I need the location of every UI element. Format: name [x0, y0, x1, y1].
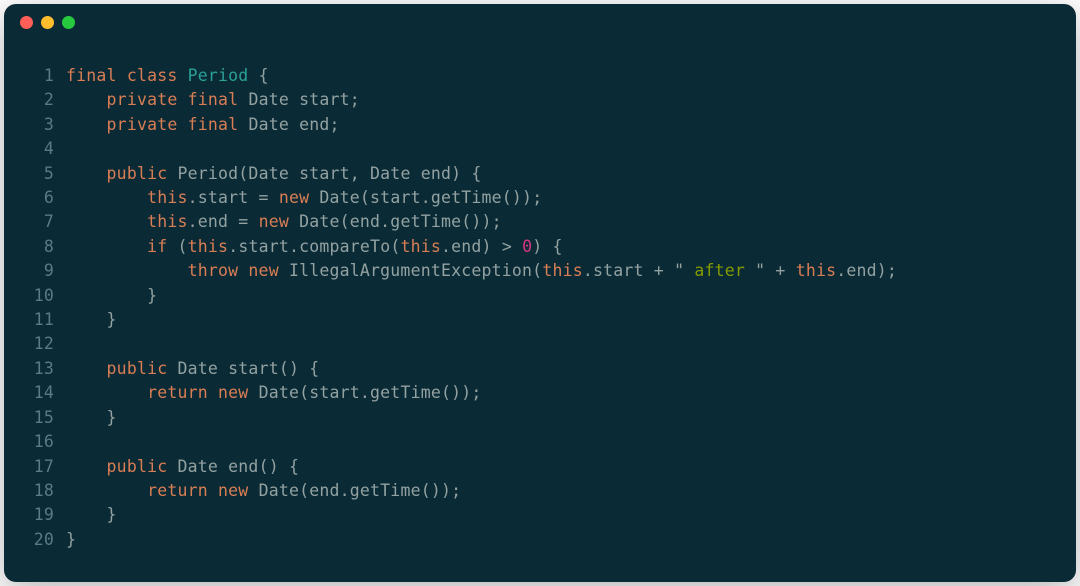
line-number: 7 — [22, 210, 54, 234]
code-content: private final Date start; — [66, 88, 360, 112]
line-number: 1 — [22, 64, 54, 88]
code-content: } — [66, 308, 117, 332]
line-number: 16 — [22, 430, 54, 454]
code-content: public Date start() { — [66, 357, 319, 381]
line-number: 6 — [22, 186, 54, 210]
code-editor[interactable]: 1final class Period {2 private final Dat… — [4, 40, 1076, 570]
code-content — [66, 430, 76, 454]
line-number: 5 — [22, 162, 54, 186]
code-line: 17 public Date end() { — [22, 455, 1058, 479]
code-content — [66, 332, 76, 356]
code-line: 1 final class Period { — [22, 64, 1058, 88]
code-content: this.start = new Date(start.getTime()); — [66, 186, 542, 210]
line-number: 2 — [22, 88, 54, 112]
code-content: } — [66, 284, 157, 308]
code-line: 8 if (this.start.compareTo(this.end) > 0… — [22, 235, 1058, 259]
code-line: 11 } — [22, 308, 1058, 332]
line-number: 9 — [22, 259, 54, 283]
code-content: public Date end() { — [66, 455, 299, 479]
code-line: 2 private final Date start; — [22, 88, 1058, 112]
line-number: 17 — [22, 455, 54, 479]
line-number: 15 — [22, 406, 54, 430]
line-number: 20 — [22, 528, 54, 552]
minimize-icon[interactable] — [41, 16, 54, 29]
code-content: return new Date(end.getTime()); — [66, 479, 461, 503]
maximize-icon[interactable] — [62, 16, 75, 29]
code-line: 6 this.start = new Date(start.getTime())… — [22, 186, 1058, 210]
code-content: } — [66, 528, 76, 552]
code-line: 4 — [22, 137, 1058, 161]
code-content: if (this.start.compareTo(this.end) > 0) … — [66, 235, 563, 259]
line-number: 10 — [22, 284, 54, 308]
code-line: 14 return new Date(start.getTime()); — [22, 381, 1058, 405]
code-line: 13 public Date start() { — [22, 357, 1058, 381]
code-line: 10 } — [22, 284, 1058, 308]
code-content: } — [66, 503, 117, 527]
code-content: final class Period { — [66, 64, 269, 88]
code-line: 19 } — [22, 503, 1058, 527]
code-line: 5 public Period(Date start, Date end) { — [22, 162, 1058, 186]
line-number: 14 — [22, 381, 54, 405]
code-content: this.end = new Date(end.getTime()); — [66, 210, 502, 234]
code-line: 3 private final Date end; — [22, 113, 1058, 137]
code-content: public Period(Date start, Date end) { — [66, 162, 482, 186]
code-line: 18 return new Date(end.getTime()); — [22, 479, 1058, 503]
code-content: } — [66, 406, 117, 430]
code-line: 12 — [22, 332, 1058, 356]
line-number: 4 — [22, 137, 54, 161]
code-line: 7 this.end = new Date(end.getTime()); — [22, 210, 1058, 234]
line-number: 18 — [22, 479, 54, 503]
line-number: 12 — [22, 332, 54, 356]
code-content: private final Date end; — [66, 113, 340, 137]
code-content: throw new IllegalArgumentException(this.… — [66, 259, 897, 283]
close-icon[interactable] — [20, 16, 33, 29]
code-window: 1final class Period {2 private final Dat… — [4, 4, 1076, 582]
line-number: 19 — [22, 503, 54, 527]
code-content: return new Date(start.getTime()); — [66, 381, 482, 405]
code-content — [66, 137, 76, 161]
line-number: 8 — [22, 235, 54, 259]
code-line: 16 — [22, 430, 1058, 454]
code-line: 9 throw new IllegalArgumentException(thi… — [22, 259, 1058, 283]
line-number: 3 — [22, 113, 54, 137]
code-line: 15 } — [22, 406, 1058, 430]
line-number: 13 — [22, 357, 54, 381]
line-number: 11 — [22, 308, 54, 332]
code-line: 20} — [22, 528, 1058, 552]
titlebar — [4, 4, 1076, 40]
